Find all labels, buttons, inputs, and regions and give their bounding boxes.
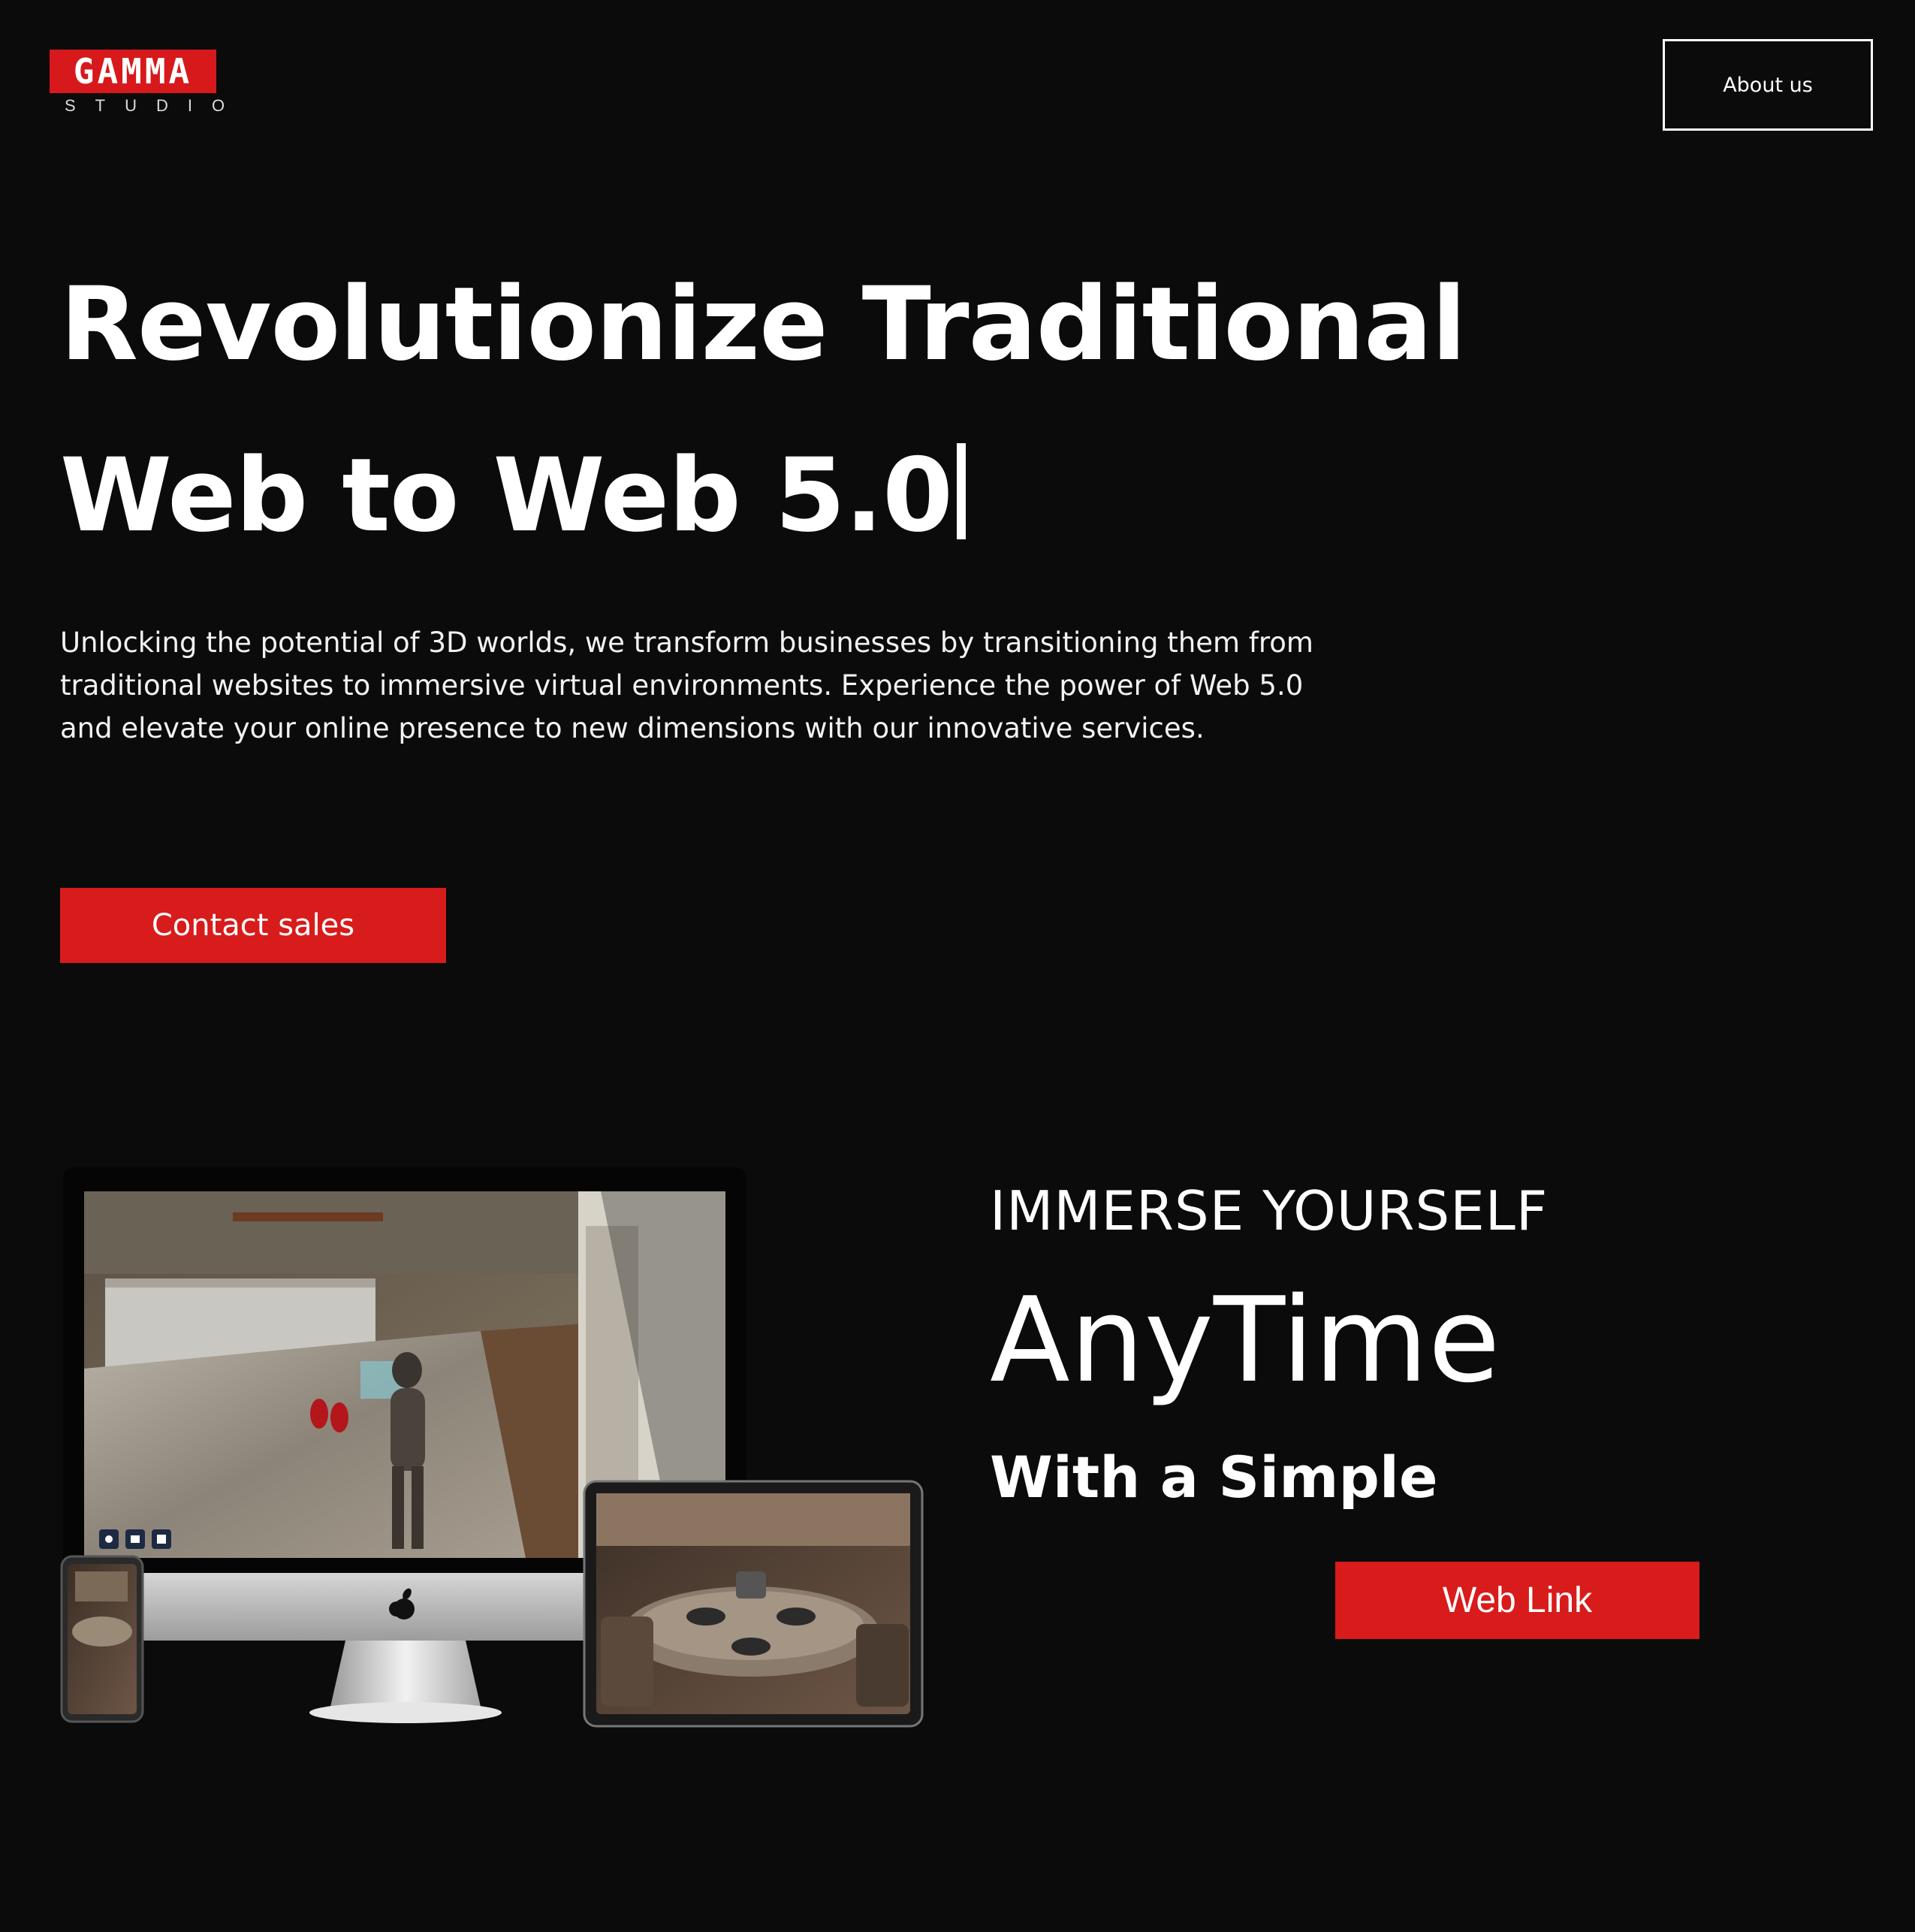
contact-sales-button[interactable]: Contact sales (60, 888, 446, 963)
about-us-button[interactable]: About us (1663, 39, 1873, 131)
feature-title: AnyTime (990, 1272, 1500, 1408)
headline-line-2: Web to Web 5.0 (60, 436, 953, 554)
devices-illustration (60, 1167, 924, 1728)
hero-headline: Revolutionize Traditional Web to Web 5.0 (60, 239, 1750, 581)
headline-line-1: Revolutionize Traditional (60, 265, 1467, 383)
imac-stand (330, 1641, 481, 1707)
devices-mockup (60, 1166, 924, 1731)
logo-text: GAMMA (73, 51, 193, 92)
web-link-button[interactable]: Web Link (1335, 1562, 1699, 1639)
headline-line-2-wrap: Web to Web 5.0 (60, 410, 1750, 581)
logo-subtitle: STUDIO (65, 96, 245, 115)
typing-cursor (957, 443, 967, 539)
logo-mark: GAMMA (50, 50, 216, 93)
feature-kicker: IMMERSE YOURSELF (990, 1179, 1549, 1242)
hero-intro: Unlocking the potential of 3D worlds, we… (60, 626, 1313, 744)
feature-subtitle: With a Simple (990, 1444, 1438, 1511)
brand-logo[interactable]: GAMMA STUDIO (50, 50, 245, 116)
